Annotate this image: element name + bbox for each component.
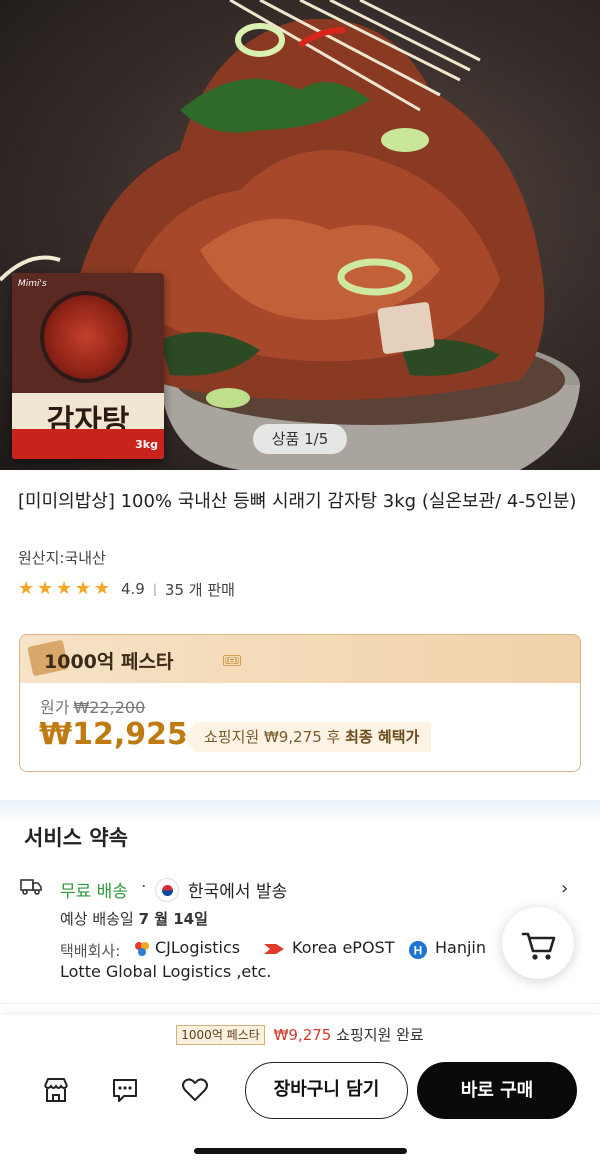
- star-icon: ★: [37, 578, 54, 599]
- benefit-prefix: 쇼핑지원 ₩9,275 후: [204, 728, 341, 746]
- original-price-row: 원가 ₩22,200: [40, 694, 145, 718]
- package-image: Mimi's 감자탕 3kg: [12, 273, 164, 459]
- floating-cart-button[interactable]: [502, 907, 574, 979]
- courier-hanjin: Hanjin: [435, 938, 487, 957]
- cj-logistics-icon: [135, 942, 149, 956]
- festa-support-notice: 1000억 페스타 ₩9,275 쇼핑지원 완료: [0, 1024, 600, 1045]
- star-icon: ★: [18, 578, 35, 599]
- rating-value: 4.9: [121, 580, 145, 598]
- festa-tag: 1000억 페스타: [176, 1025, 265, 1045]
- heart-icon[interactable]: [180, 1075, 210, 1105]
- chevron-right-icon[interactable]: ›: [561, 878, 568, 899]
- home-indicator: [194, 1148, 407, 1154]
- original-price-label: 원가: [40, 698, 70, 717]
- product-image-gallery[interactable]: Mimi's 감자탕 3kg 상품 1/5: [0, 0, 600, 470]
- service-title: 서비스 약속: [24, 826, 128, 850]
- add-to-cart-button[interactable]: 장바구니 담기: [245, 1062, 408, 1119]
- support-amount: ₩9,275: [273, 1026, 332, 1044]
- courier-korea-post: Korea ePOST: [292, 938, 395, 957]
- korea-post-icon: [264, 944, 284, 954]
- divider: [0, 1003, 600, 1004]
- coupon-icon: 🎟: [222, 651, 243, 670]
- hanjin-icon: H: [409, 941, 427, 959]
- original-price: ₩22,200: [73, 698, 146, 717]
- chat-icon[interactable]: [110, 1075, 140, 1105]
- separator-dot: ·: [141, 877, 147, 897]
- star-icon: ★: [94, 578, 111, 599]
- star-icon: ★: [56, 578, 73, 599]
- couriers-label: 택배회사:: [60, 942, 121, 960]
- sale-price: ₩12,925: [39, 717, 188, 752]
- rating-stars: ★ ★ ★ ★ ★: [18, 580, 112, 598]
- ship-from: 한국에서 발송: [188, 882, 288, 902]
- festa-title: 1000억 페스타: [44, 651, 174, 673]
- product-title: [미미의밥상] 100% 국내산 등뼈 시래기 감자탕 3kg (실온보관/ 4…: [18, 491, 577, 512]
- star-icon: ★: [75, 578, 92, 599]
- package-brand: Mimi's: [18, 279, 47, 289]
- product-origin: 원산지:국내산: [18, 549, 106, 567]
- benefit-badge: 쇼핑지원 ₩9,275 후 최종 혜택가: [184, 722, 432, 752]
- festa-price-card: 1000억 페스타 🎟 원가 ₩22,200 ₩12,925 쇼핑지원 ₩9,27…: [19, 634, 581, 772]
- buy-now-button[interactable]: 바로 구매: [417, 1062, 577, 1119]
- sales-count: 35 개 판매: [164, 580, 235, 599]
- delivery-estimate: 예상 배송일 7 월 14일: [60, 908, 208, 929]
- bottom-action-bar: 1000억 페스타 ₩9,275 쇼핑지원 완료 장바구니 담기 바로 구매: [0, 1015, 600, 1169]
- svg-text:H: H: [414, 944, 423, 958]
- separator: |: [152, 582, 157, 596]
- truck-icon: [20, 879, 42, 895]
- free-shipping: 무료 배송: [60, 882, 128, 902]
- courier-cj: CJLogistics: [155, 938, 241, 957]
- courier-more: Lotte Global Logistics ,etc.: [60, 962, 272, 981]
- eta-label: 예상 배송일: [60, 910, 134, 928]
- section-separator: [0, 800, 600, 822]
- store-icon[interactable]: [41, 1075, 71, 1105]
- package-weight: 3kg: [135, 438, 158, 451]
- festa-header: 1000억 페스타 🎟: [20, 635, 580, 683]
- korea-flag-icon: [155, 878, 179, 902]
- benefit-suffix: 최종 혜택가: [345, 728, 420, 746]
- eta-date: 7 월 14일: [138, 910, 208, 928]
- rating-row[interactable]: ★ ★ ★ ★ ★ 4.9 | 35 개 판매: [18, 578, 235, 600]
- support-text: 쇼핑지원 완료: [336, 1026, 424, 1044]
- image-counter: 상품 1/5: [253, 424, 347, 454]
- cart-icon: [521, 932, 556, 960]
